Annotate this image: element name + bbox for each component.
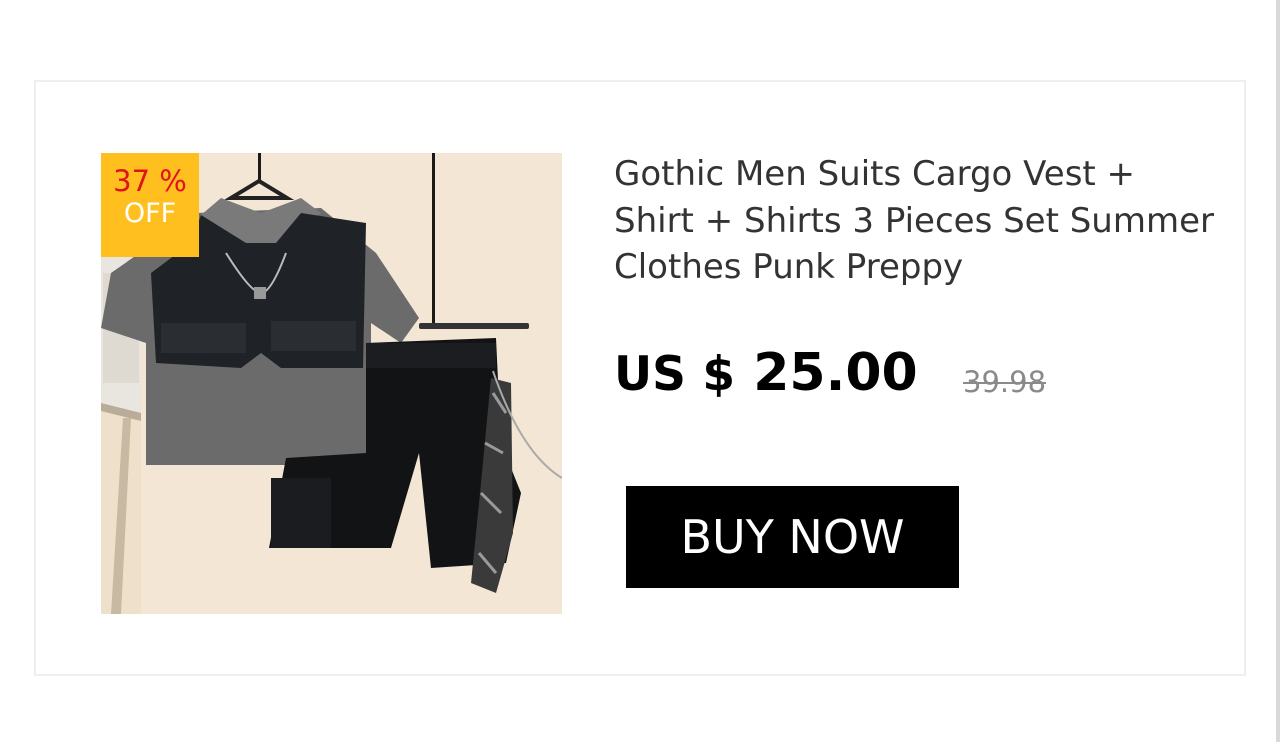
- product-image[interactable]: 37 % OFF: [101, 153, 562, 614]
- current-price: US $ 25.00: [614, 341, 918, 407]
- price-currency: US $: [614, 347, 736, 402]
- product-title[interactable]: Gothic Men Suits Cargo Vest + Shirt + Sh…: [614, 151, 1214, 291]
- page-edge-scrollbar: [1276, 0, 1280, 742]
- discount-off-label: OFF: [123, 198, 177, 229]
- discount-percent: 37 %: [113, 164, 187, 198]
- price-value: 25.00: [753, 343, 918, 403]
- original-price: 39.98: [963, 365, 1047, 399]
- buy-now-button[interactable]: BUY NOW: [626, 486, 959, 588]
- discount-badge: 37 % OFF: [101, 153, 199, 257]
